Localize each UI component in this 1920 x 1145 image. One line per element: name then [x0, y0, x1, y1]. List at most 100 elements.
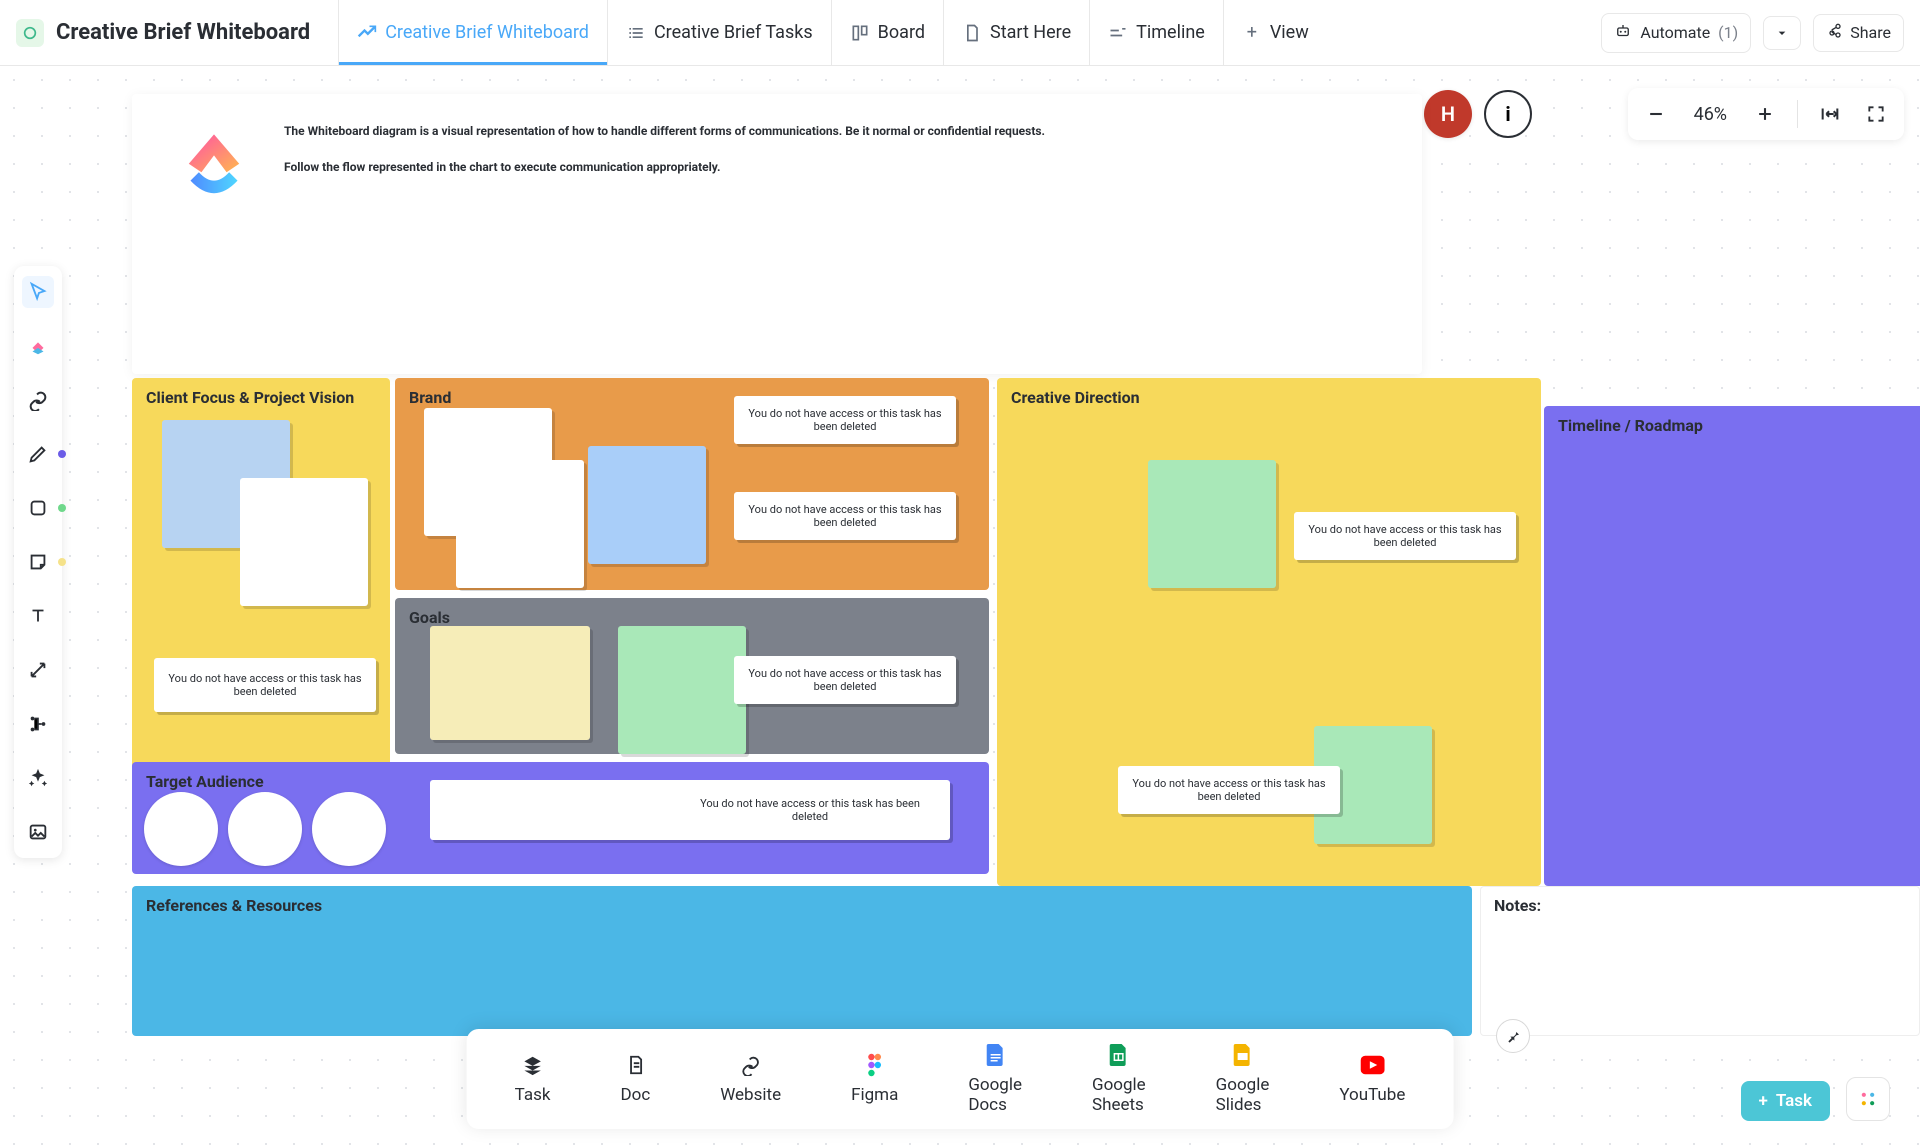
- section-references[interactable]: References & Resources: [132, 886, 1472, 1036]
- page-title: Creative Brief Whiteboard: [56, 20, 310, 45]
- zoom-out-button[interactable]: [1642, 100, 1670, 128]
- shape-tool[interactable]: [22, 492, 54, 524]
- figma-icon: [863, 1053, 887, 1077]
- fullscreen-button[interactable]: [1862, 100, 1890, 128]
- sticky-note[interactable]: [1148, 460, 1276, 588]
- board-icon: [850, 23, 870, 43]
- section-title: Notes:: [1494, 896, 1541, 915]
- info-button[interactable]: i: [1484, 90, 1532, 138]
- sticky-note[interactable]: [588, 446, 706, 564]
- share-button[interactable]: Share: [1813, 14, 1904, 52]
- sticky-tool[interactable]: [22, 546, 54, 578]
- sticky-note[interactable]: [456, 460, 584, 588]
- tabs: Creative Brief Whiteboard Creative Brief…: [338, 0, 1327, 65]
- section-title: Timeline / Roadmap: [1558, 416, 1703, 435]
- doc-icon: [962, 23, 982, 43]
- whiteboard-icon: [357, 23, 377, 43]
- tab-label: View: [1270, 22, 1309, 43]
- tab-tasks[interactable]: Creative Brief Tasks: [607, 0, 831, 65]
- bottom-dock: Task Doc Website Figma Google Docs: [467, 1029, 1454, 1129]
- pen-tool[interactable]: [22, 438, 54, 470]
- robot-icon: [1614, 22, 1632, 44]
- apps-button[interactable]: [1846, 1077, 1890, 1121]
- no-access-card[interactable]: You do not have access or this task has …: [1118, 766, 1340, 814]
- vertical-toolbar: [14, 266, 62, 858]
- sticky-note[interactable]: [430, 626, 590, 740]
- section-title: Brand: [409, 388, 451, 407]
- automate-label: Automate: [1640, 23, 1710, 42]
- whiteboard-intro-card[interactable]: The Whiteboard diagram is a visual repre…: [132, 94, 1422, 374]
- automate-button[interactable]: Automate (1): [1601, 13, 1751, 53]
- avatar-placeholder[interactable]: [312, 792, 386, 866]
- tab-label: Timeline: [1136, 22, 1205, 43]
- tab-board[interactable]: Board: [831, 0, 943, 65]
- google-sheets-icon: [1107, 1043, 1131, 1067]
- clickup-tool[interactable]: [22, 330, 54, 362]
- doc-icon: [623, 1053, 647, 1077]
- task-icon: [521, 1053, 545, 1077]
- share-label: Share: [1850, 23, 1891, 42]
- youtube-icon: [1360, 1053, 1384, 1077]
- no-access-card[interactable]: You do not have access or this task has …: [734, 656, 956, 704]
- automate-dropdown[interactable]: [1763, 16, 1801, 50]
- timeline-icon: [1108, 23, 1128, 43]
- dock-google-docs[interactable]: Google Docs: [968, 1043, 1022, 1115]
- tab-timeline[interactable]: Timeline: [1089, 0, 1223, 65]
- app-icon: [16, 19, 44, 47]
- mindmap-tool[interactable]: [22, 708, 54, 740]
- tab-whiteboard[interactable]: Creative Brief Whiteboard: [338, 0, 607, 65]
- section-title: References & Resources: [146, 896, 322, 915]
- section-title: Client Focus & Project Vision: [146, 388, 354, 407]
- google-docs-icon: [983, 1043, 1007, 1067]
- sticky-note[interactable]: [240, 478, 368, 606]
- avatar-placeholder[interactable]: [144, 792, 218, 866]
- cursor-tool[interactable]: [22, 276, 54, 308]
- section-title: Target Audience: [146, 772, 264, 791]
- link-icon: [739, 1053, 763, 1077]
- no-access-card[interactable]: You do not have access or this task has …: [1294, 512, 1516, 560]
- tab-label: Creative Brief Whiteboard: [385, 22, 589, 43]
- link-tool[interactable]: [22, 384, 54, 416]
- zoom-in-button[interactable]: [1751, 100, 1779, 128]
- tab-label: Board: [878, 22, 925, 43]
- no-access-card[interactable]: You do not have access or this task has …: [430, 780, 950, 840]
- dock-website[interactable]: Website: [720, 1053, 781, 1105]
- image-tool[interactable]: [22, 816, 54, 848]
- avatar[interactable]: H: [1424, 90, 1472, 138]
- whiteboard-intro-text: The Whiteboard diagram is a visual repre…: [284, 122, 1045, 346]
- dock-figma[interactable]: Figma: [851, 1053, 898, 1105]
- connector-tool[interactable]: [22, 654, 54, 686]
- list-icon: [626, 23, 646, 43]
- tab-label: Creative Brief Tasks: [654, 22, 813, 43]
- fit-width-button[interactable]: [1816, 100, 1844, 128]
- zoom-bar: 46%: [1628, 88, 1904, 140]
- clickup-logo: [172, 126, 256, 210]
- section-title: Goals: [409, 608, 450, 627]
- dock-google-slides[interactable]: Google Slides: [1216, 1043, 1270, 1115]
- text-tool[interactable]: [22, 600, 54, 632]
- section-notes[interactable]: Notes:: [1480, 886, 1920, 1036]
- share-icon: [1826, 23, 1842, 43]
- dock-google-sheets[interactable]: Google Sheets: [1092, 1043, 1146, 1115]
- no-access-card[interactable]: You do not have access or this task has …: [154, 658, 376, 712]
- section-timeline-roadmap[interactable]: Timeline / Roadmap: [1544, 406, 1920, 886]
- zoom-value: 46%: [1688, 104, 1733, 125]
- plus-icon: +: [1242, 23, 1262, 43]
- no-access-card[interactable]: You do not have access or this task has …: [734, 492, 956, 540]
- sticky-note[interactable]: [618, 626, 746, 754]
- pin-dock-button[interactable]: [1496, 1019, 1530, 1053]
- dock-doc[interactable]: Doc: [620, 1053, 650, 1105]
- ai-tool[interactable]: [22, 762, 54, 794]
- create-task-button[interactable]: + Task: [1741, 1081, 1830, 1121]
- dock-task[interactable]: Task: [515, 1053, 551, 1105]
- plus-icon: +: [1759, 1091, 1768, 1111]
- section-title: Creative Direction: [1011, 388, 1140, 407]
- no-access-card[interactable]: You do not have access or this task has …: [734, 396, 956, 444]
- tab-add-view[interactable]: + View: [1223, 0, 1327, 65]
- tab-start-here[interactable]: Start Here: [943, 0, 1089, 65]
- topbar: Creative Brief Whiteboard Creative Brief…: [0, 0, 1920, 66]
- avatar-placeholder[interactable]: [228, 792, 302, 866]
- automate-count: (1): [1718, 23, 1738, 42]
- whiteboard-canvas[interactable]: H i 46%: [0, 66, 1920, 1145]
- dock-youtube[interactable]: YouTube: [1339, 1053, 1405, 1105]
